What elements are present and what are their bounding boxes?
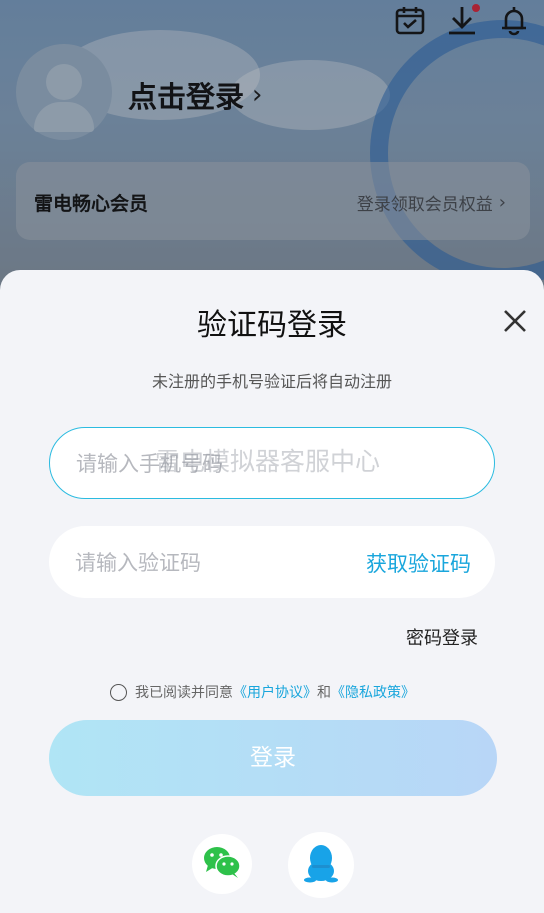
privacy-policy-link[interactable]: 《隐私政策》 <box>331 682 415 702</box>
get-code-button[interactable]: 获取验证码 <box>366 548 471 578</box>
qq-icon <box>304 843 338 887</box>
code-field: 获取验证码 <box>49 526 495 600</box>
sheet-subtitle: 未注册的手机号验证后将自动注册 <box>151 372 392 391</box>
sheet-title: 验证码登录 <box>197 308 347 343</box>
agreement-prefix: 我已阅读并同意 <box>135 685 233 701</box>
agreement-checkbox[interactable] <box>110 683 127 701</box>
wechat-login-button[interactable] <box>192 834 252 894</box>
login-button[interactable]: 登录 <box>49 720 497 796</box>
qq-login-button[interactable] <box>288 832 354 898</box>
login-sheet: 验证码登录 未注册的手机号验证后将自动注册 雷电模拟器客服中心 获取验证码 密码… <box>0 270 544 913</box>
user-agreement-link[interactable]: 《用户协议》 <box>233 682 317 702</box>
agreement-and: 和 <box>317 685 331 701</box>
close-icon[interactable] <box>498 304 532 338</box>
agreement-row: 我已阅读并同意 《用户协议》 和 《隐私政策》 <box>110 682 415 702</box>
password-login-link[interactable]: 密码登录 <box>406 624 478 650</box>
verification-code-input[interactable] <box>73 526 357 600</box>
wechat-icon <box>203 845 241 883</box>
watermark-text: 雷电模拟器客服中心 <box>155 447 381 476</box>
